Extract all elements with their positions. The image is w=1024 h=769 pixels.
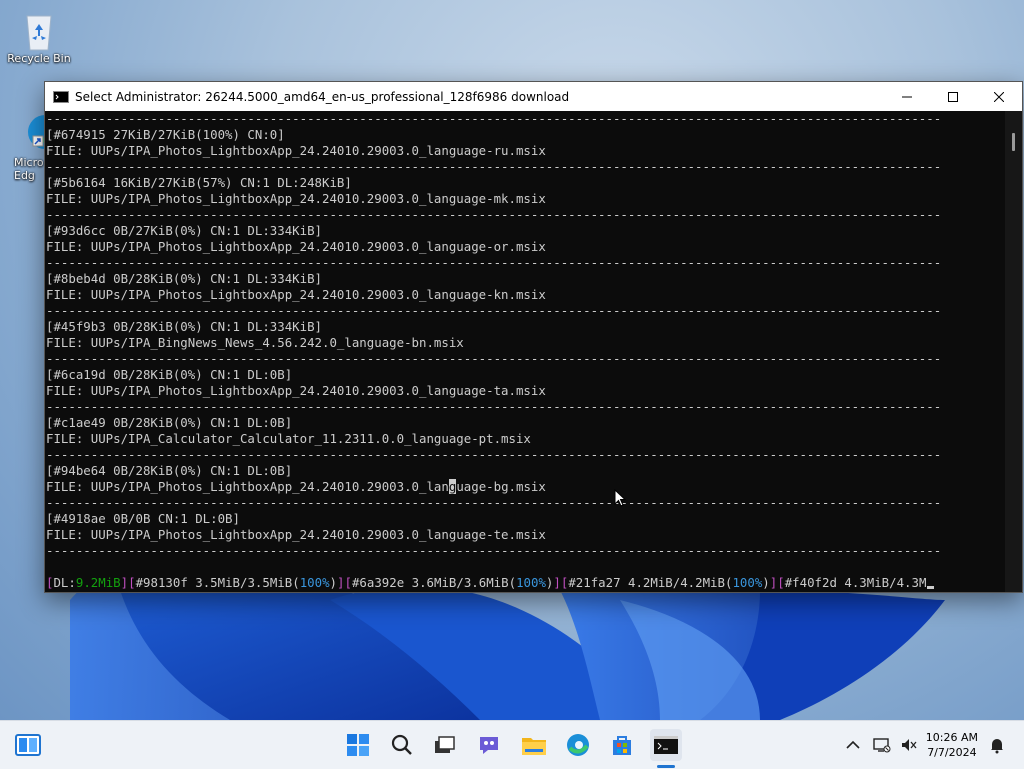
console-line: [#c1ae49 0B/28KiB(0%) CN:1 DL:0B] (46, 415, 293, 430)
clock-date: 7/7/2024 (927, 746, 977, 759)
status-segment: ) (762, 575, 770, 590)
search-button[interactable] (386, 729, 418, 761)
status-segment: #f40f2d 4.3MiB/4.3M (784, 575, 927, 590)
terminal-taskbar-button[interactable] (650, 729, 682, 761)
status-segment: ) (329, 575, 337, 590)
console-line: ----------------------------------------… (46, 447, 942, 462)
minimize-button[interactable] (884, 82, 930, 111)
maximize-icon (948, 91, 958, 102)
console-line: [#94be64 0B/28KiB(0%) CN:1 DL:0B] (46, 463, 293, 478)
volume-icon (902, 739, 917, 751)
console-line: ----------------------------------------… (46, 351, 942, 366)
console-line: FILE: UUPs/IPA_Photos_LightboxApp_24.240… (46, 287, 546, 302)
window-title: Select Administrator: 26244.5000_amd64_e… (75, 89, 570, 104)
console-text: FILE: UUPs/IPA_Photos_LightboxApp_24.240… (46, 479, 449, 494)
recycle-bin-icon (19, 8, 59, 51)
console-line: [#93d6cc 0B/27KiB(0%) CN:1 DL:334KiB] (46, 223, 323, 238)
task-view-button[interactable] (428, 729, 460, 761)
console-line: FILE: UUPs/IPA_Photos_LightboxApp_24.240… (46, 191, 546, 206)
cmd-app-icon (53, 90, 69, 103)
console-line: ----------------------------------------… (46, 255, 942, 270)
console-line: FILE: UUPs/IPA_BingNews_News_4.56.242.0_… (46, 335, 464, 350)
status-segment: 100% (299, 575, 330, 590)
recycle-bin-label: Recycle Bin (7, 52, 71, 65)
task-view-icon (435, 736, 455, 753)
minimize-icon (902, 96, 912, 97)
store-icon (613, 736, 631, 755)
status-segment: 100% (732, 575, 763, 590)
console-line: FILE: UUPs/IPA_Photos_LightboxApp_24.240… (46, 143, 546, 158)
close-button[interactable] (976, 82, 1022, 111)
console-line: ----------------------------------------… (46, 159, 942, 174)
status-segment: DL: (53, 575, 76, 590)
chevron-up-icon (846, 740, 860, 749)
file-explorer-button[interactable] (518, 729, 550, 761)
chat-button[interactable] (473, 729, 505, 761)
console-text: uage-bg.msix (456, 479, 546, 494)
mouse-cursor (614, 489, 626, 507)
tray-overflow-button[interactable] (846, 721, 860, 769)
console-line: [#8beb4d 0B/28KiB(0%) CN:1 DL:334KiB] (46, 271, 323, 286)
status-segment: [ (128, 575, 136, 590)
status-segment: 100% (516, 575, 546, 590)
start-icon (347, 734, 369, 756)
console-scrollbar[interactable] (1005, 111, 1022, 592)
window-titlebar[interactable]: Select Administrator: 26244.5000_amd64_e… (45, 82, 1022, 111)
widgets-button[interactable] (12, 729, 44, 761)
console-line: ----------------------------------------… (46, 495, 942, 510)
download-status-line: [DL:9.2MiB][#98130f 3.5MiB/3.5MiB(100%)]… (45, 575, 1005, 591)
notifications-button[interactable] (988, 721, 1006, 769)
text-cursor (927, 586, 935, 589)
status-segment: #98130f 3.5MiB/3.5MiB (135, 575, 293, 590)
console-line: ----------------------------------------… (46, 207, 942, 222)
status-segment: ] (553, 575, 561, 590)
notification-icon (991, 739, 1003, 754)
console-line: FILE: UUPs/IPA_Calculator_Calculator_11.… (46, 431, 531, 446)
console-line: [#5b6164 16KiB/27KiB(57%) CN:1 DL:248KiB… (46, 175, 352, 190)
taskbar-clock[interactable]: 10:26 AM 7/7/2024 (926, 730, 978, 760)
edge-button[interactable] (562, 729, 594, 761)
file-explorer-icon (522, 738, 546, 755)
status-segment: #6a392e 3.6MiB/3.6MiB (351, 575, 509, 590)
console-line: FILE: UUPs/IPA_Photos_LightboxApp_24.240… (46, 527, 546, 542)
widgets-icon (15, 734, 41, 756)
maximize-button[interactable] (930, 82, 976, 111)
search-icon (391, 734, 412, 755)
volume-button[interactable] (900, 721, 918, 769)
status-segment: [ (777, 575, 785, 590)
console-line: ----------------------------------------… (46, 399, 942, 414)
console-line: [#674915 27KiB/27KiB(100%) CN:0] (46, 127, 285, 142)
console-line: [#4918ae 0B/0B CN:1 DL:0B] (46, 511, 240, 526)
console-line: ----------------------------------------… (46, 543, 942, 558)
terminal-window[interactable]: Select Administrator: 26244.5000_amd64_e… (44, 81, 1023, 593)
status-segment: ( (508, 575, 517, 590)
network-button[interactable] (873, 721, 891, 769)
terminal-icon (654, 736, 678, 754)
window-controls (884, 82, 1022, 111)
recycle-bin-shortcut[interactable]: Recycle Bin (4, 8, 74, 65)
edge-icon (567, 734, 589, 756)
console-line: FILE: UUPs/IPA_Photos_LightboxApp_24.240… (46, 383, 546, 398)
status-segment: 9.2MiB (75, 575, 121, 590)
taskbar: 10:26 AM 7/7/2024 (0, 720, 1024, 769)
status-segment: ( (292, 575, 300, 590)
network-icon (873, 738, 891, 753)
console-line: ----------------------------------------… (46, 303, 942, 318)
console-output[interactable]: ----------------------------------------… (45, 111, 1005, 592)
start-button[interactable] (342, 729, 374, 761)
console-line: FILE: UUPs/IPA_Photos_LightboxApp_24.240… (46, 239, 546, 254)
status-segment: #21fa27 4.2MiB/4.2MiB (568, 575, 725, 590)
store-button[interactable] (606, 729, 638, 761)
console-line: [#6ca19d 0B/28KiB(0%) CN:1 DL:0B] (46, 367, 293, 382)
console-line: [#45f9b3 0B/28KiB(0%) CN:1 DL:334KiB] (46, 319, 323, 334)
clock-time: 10:26 AM (925, 731, 978, 744)
console-line: FILE: UUPs/IPA_Photos_LightboxApp_24.240… (45, 479, 1005, 495)
console-line: ----------------------------------------… (46, 111, 942, 126)
status-segment: ] (120, 575, 129, 590)
close-icon (994, 91, 1004, 102)
scrollbar-thumb[interactable] (1012, 133, 1015, 151)
chat-icon (480, 737, 498, 754)
status-segment: [ (344, 575, 352, 590)
